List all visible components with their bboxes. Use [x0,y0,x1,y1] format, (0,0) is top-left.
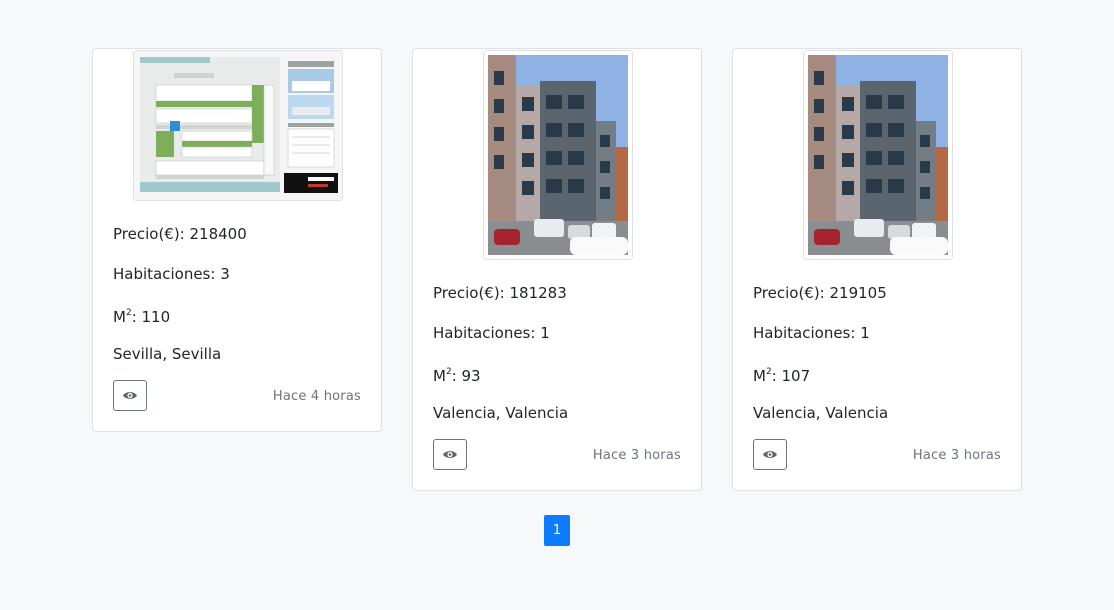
area-unit: M [753,367,766,385]
area-unit: M [433,367,446,385]
area-unit: M [113,308,126,326]
eye-icon [442,449,458,460]
site-plan-image[interactable] [133,50,343,201]
listing-time-ago: Hace 3 horas [592,448,681,463]
area-unit-exponent: 2 [445,367,452,377]
listing-rooms: Habitaciones: 3 [113,265,230,283]
listing-time-ago: Hace 4 horas [272,389,361,404]
listing-location: Valencia, Valencia [433,404,569,422]
view-listing-button[interactable] [433,439,467,470]
listings-page: Precio(€): 218400 Habitaciones: 3 M2: 11… [0,0,1114,610]
listing-area: M2: 110 [113,304,170,327]
listing-card: Precio(€): 218400 Habitaciones: 3 M2: 11… [92,48,382,432]
area-value: : 93 [451,367,481,385]
area-value: : 110 [131,308,171,326]
area-unit-exponent: 2 [765,367,772,377]
eye-icon [122,390,138,401]
view-listing-button[interactable] [753,439,787,470]
listing-price: Precio(€): 219105 [753,284,887,302]
listing-area: M2: 93 [433,363,481,386]
listing-location: Valencia, Valencia [753,404,889,422]
listing-rooms: Habitaciones: 1 [433,324,550,342]
building-photo[interactable] [803,50,953,260]
area-value: : 107 [771,367,811,385]
view-listing-button[interactable] [113,380,147,411]
listing-area: M2: 107 [753,363,810,386]
listing-rooms: Habitaciones: 1 [753,324,870,342]
listing-price: Precio(€): 181283 [433,284,567,302]
eye-icon [762,449,778,460]
area-unit-exponent: 2 [125,308,132,318]
listing-price: Precio(€): 218400 [113,225,247,243]
listing-time-ago: Hace 3 horas [912,448,1001,463]
listing-location: Sevilla, Sevilla [113,345,222,363]
listing-card: Precio(€): 181283 Habitaciones: 1 M2: 93… [412,48,702,491]
pagination-page-1[interactable]: 1 [544,515,570,546]
building-photo[interactable] [483,50,633,260]
listing-card: Precio(€): 219105 Habitaciones: 1 M2: 10… [732,48,1022,491]
